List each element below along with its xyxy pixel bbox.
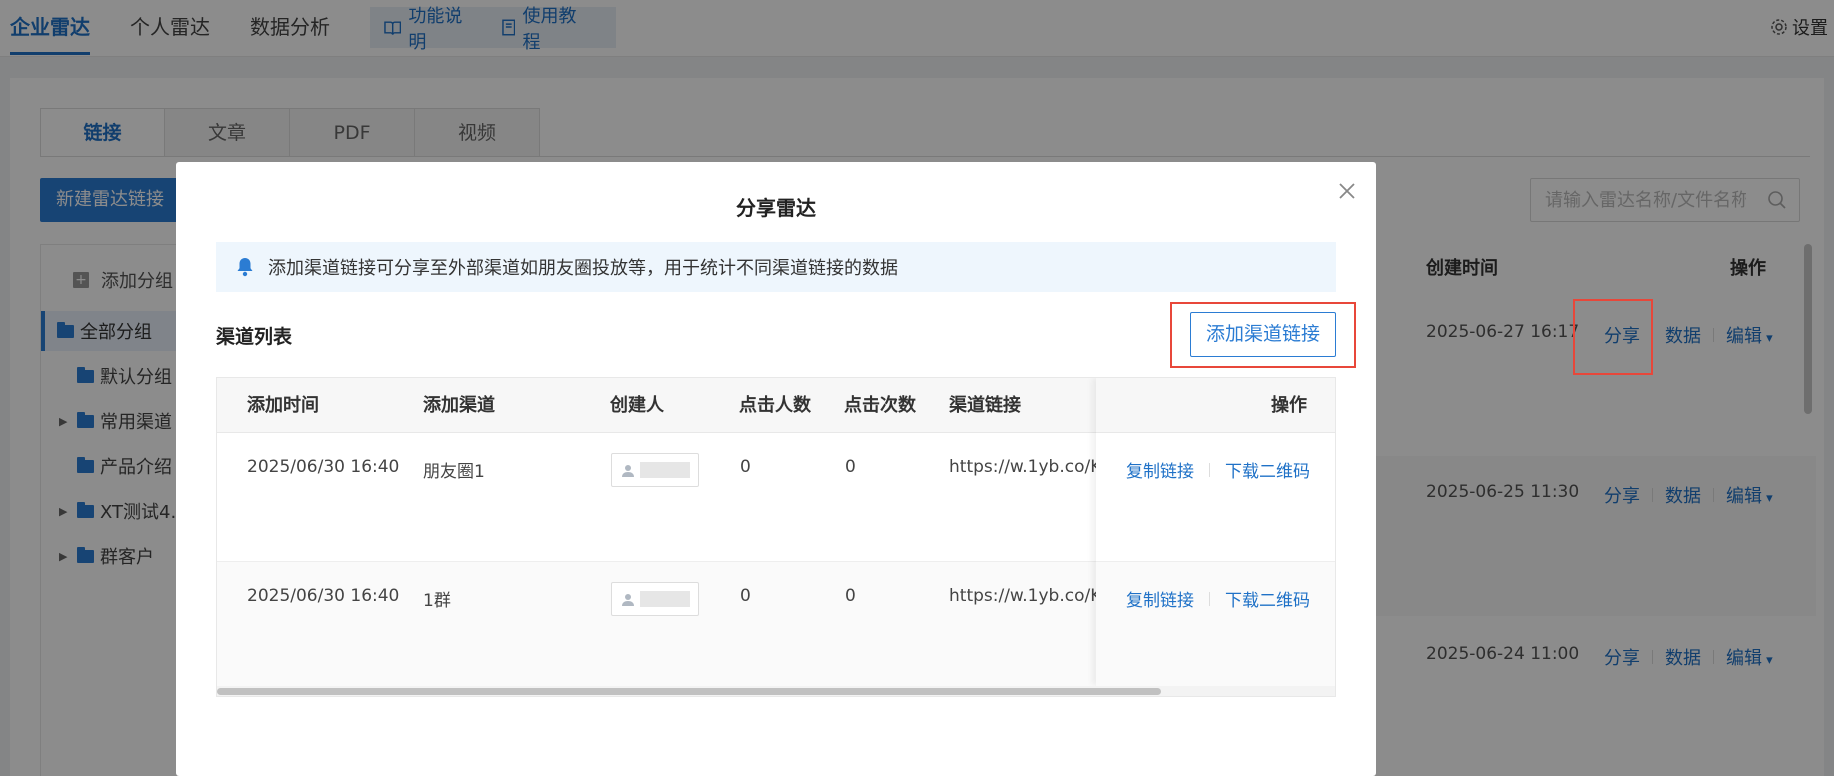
header-channel: 添加渠道 — [423, 395, 495, 416]
channel-list-title: 渠道列表 — [216, 326, 293, 348]
info-alert: 添加渠道链接可分享至外部渠道如朋友圈投放等，用于统计不同渠道链接的数据 — [216, 242, 1336, 292]
row-click-count: 0 — [845, 457, 856, 477]
row-channel-url: https://w.1yb.co/Kzm — [949, 586, 1097, 606]
scrollbar-thumb[interactable] — [217, 688, 1161, 695]
divider — [1209, 591, 1210, 606]
header-actions: 操作 — [1096, 378, 1335, 433]
row-action-links: 复制链接 下载二维码 — [1126, 457, 1310, 482]
channel-table: 添加时间 添加渠道 创建人 点击人数 点击次数 渠道链接 2025/06/30 … — [216, 377, 1336, 697]
header-channel-url: 渠道链接 — [949, 395, 1021, 416]
row-added-time: 2025/06/30 16:40 — [247, 586, 400, 606]
user-icon — [622, 593, 634, 606]
header-added-time: 添加时间 — [247, 395, 319, 416]
download-qrcode-button[interactable]: 下载二维码 — [1225, 586, 1310, 611]
copy-link-button[interactable]: 复制链接 — [1126, 457, 1194, 482]
actions-cell: 复制链接 下载二维码 — [1096, 433, 1335, 562]
add-channel-link-button[interactable]: 添加渠道链接 — [1190, 312, 1336, 357]
creator-name-redacted — [640, 591, 690, 607]
creator-chip — [611, 453, 699, 487]
creator-name-redacted — [640, 462, 690, 478]
divider — [1209, 462, 1210, 477]
row-channel: 朋友圈1 — [423, 462, 485, 482]
row-added-time: 2025/06/30 16:40 — [247, 457, 400, 477]
dialog-title: 分享雷达 — [736, 196, 816, 220]
header-creator: 创建人 — [610, 395, 664, 416]
row-click-people: 0 — [740, 586, 751, 606]
download-qrcode-button[interactable]: 下载二维码 — [1225, 457, 1310, 482]
row-click-people: 0 — [740, 457, 751, 477]
user-icon — [622, 464, 634, 477]
header-click-count: 点击次数 — [844, 395, 916, 416]
header-click-people: 点击人数 — [739, 395, 811, 416]
copy-link-button[interactable]: 复制链接 — [1126, 586, 1194, 611]
bell-icon — [237, 258, 253, 277]
row-action-links: 复制链接 下载二维码 — [1126, 586, 1310, 611]
row-channel-url: https://w.1yb.co/K3g — [949, 457, 1097, 477]
horizontal-scrollbar[interactable] — [217, 686, 1335, 696]
close-icon[interactable] — [1338, 182, 1356, 200]
alert-text: 添加渠道链接可分享至外部渠道如朋友圈投放等，用于统计不同渠道链接的数据 — [268, 258, 898, 279]
creator-chip — [611, 582, 699, 616]
actions-cell: 复制链接 下载二维码 — [1096, 562, 1335, 691]
row-click-count: 0 — [845, 586, 856, 606]
share-radar-dialog: 分享雷达 添加渠道链接可分享至外部渠道如朋友圈投放等，用于统计不同渠道链接的数据… — [176, 162, 1376, 776]
fixed-actions-column: 操作 复制链接 下载二维码 复制链接 下载二维码 — [1096, 378, 1335, 691]
row-channel: 1群 — [423, 591, 451, 611]
share-highlight-box — [1573, 299, 1653, 375]
